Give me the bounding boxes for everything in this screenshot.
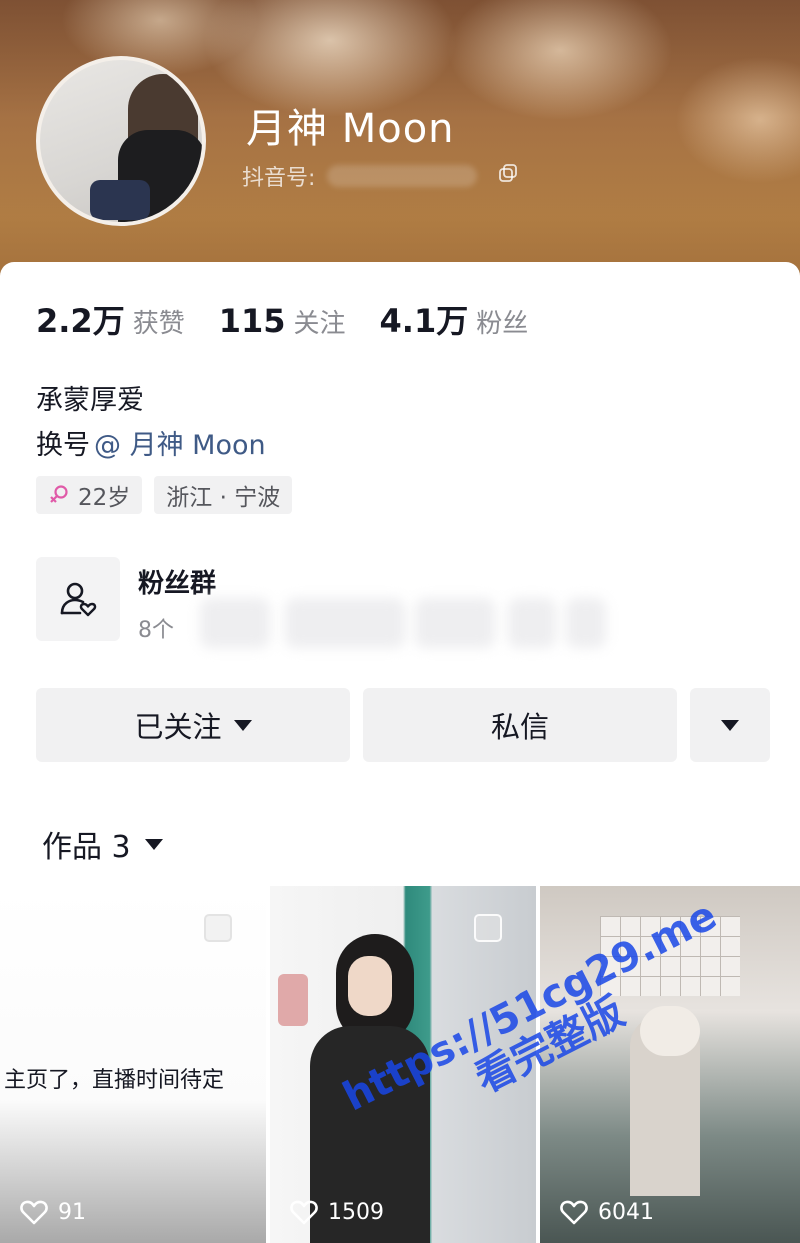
stat-value: 4.1万 [379, 302, 469, 340]
works-tab-label: 作品 3 [42, 830, 131, 865]
heart-icon [20, 1200, 48, 1225]
following-label: 已关注 [134, 710, 222, 744]
caret-down-icon [144, 838, 163, 850]
redacted-area [200, 598, 270, 648]
redacted-area [566, 598, 606, 648]
phone-shape [278, 974, 308, 1026]
stat-label: 粉丝 [476, 309, 529, 339]
stat-following[interactable]: 115 关注 [219, 302, 346, 340]
douyin-id-row: 抖音号: [242, 160, 478, 192]
fan-group-title[interactable]: 粉丝群 [138, 563, 216, 600]
stat-likes[interactable]: 2.2万 获赞 [36, 296, 185, 342]
bio-prefix: 换号 [36, 430, 90, 461]
fan-group-count: 8个 [138, 618, 174, 643]
redacted-area [508, 598, 556, 648]
age-text: 22岁 [78, 485, 131, 511]
figure-face [348, 956, 392, 1016]
profile-nickname: 月神 Moon [246, 106, 455, 152]
likes-count: 1509 [328, 1199, 384, 1225]
douyin-id-label: 抖音号: [242, 166, 316, 191]
fan-group-icon [60, 582, 97, 617]
likes-count: 91 [58, 1199, 86, 1225]
stat-value: 115 [218, 302, 286, 340]
heart-icon [560, 1200, 588, 1225]
caret-down-icon [721, 719, 739, 731]
stat-followers[interactable]: 4.1万 粉丝 [380, 296, 529, 342]
avatar[interactable] [36, 56, 206, 226]
age-tag: 22岁 [36, 476, 143, 514]
stats-row: 2.2万 获赞 115 关注 4.1万 粉丝 [36, 296, 562, 342]
video-likes: 91 [20, 1199, 86, 1225]
tab-works[interactable]: 作品 3 [42, 822, 163, 866]
more-button[interactable] [690, 688, 770, 762]
select-checkbox[interactable] [204, 914, 232, 942]
stat-label: 关注 [293, 309, 346, 339]
avatar-skirt [90, 180, 150, 220]
following-button[interactable]: 已关注 [36, 688, 350, 762]
caret-down-icon [233, 719, 252, 731]
bio-mention-link[interactable]: @ 月神 Moon [94, 423, 266, 462]
copy-icon[interactable] [498, 163, 518, 183]
stat-value: 2.2万 [36, 302, 125, 340]
video-likes: 1509 [290, 1199, 384, 1225]
bio-line-1: 承蒙厚爱 [36, 385, 144, 416]
video-likes: 6041 [560, 1199, 654, 1225]
bio-line-2: 换号 @ 月神 Moon [36, 423, 266, 462]
select-checkbox[interactable] [474, 914, 502, 942]
redacted-area [415, 598, 495, 648]
video-caption: 主页了，直播时间待定 [4, 1068, 225, 1093]
stat-label: 获赞 [132, 309, 185, 339]
heart-icon [290, 1200, 318, 1225]
redacted-area [285, 598, 405, 648]
message-label: 私信 [490, 710, 549, 744]
video-thumbnail[interactable]: 主页了，直播时间待定 91 [0, 886, 266, 1243]
location-tag: 浙江 · 宁波 [154, 476, 293, 514]
fan-group-icon-box[interactable] [36, 557, 120, 641]
profile-tags: 22岁 浙江 · 宁波 [36, 476, 304, 514]
location-text: 浙江 · 宁波 [166, 485, 281, 511]
douyin-id-redacted [327, 165, 478, 187]
female-icon [50, 485, 68, 503]
message-button[interactable]: 私信 [363, 688, 677, 762]
likes-count: 6041 [598, 1199, 654, 1225]
